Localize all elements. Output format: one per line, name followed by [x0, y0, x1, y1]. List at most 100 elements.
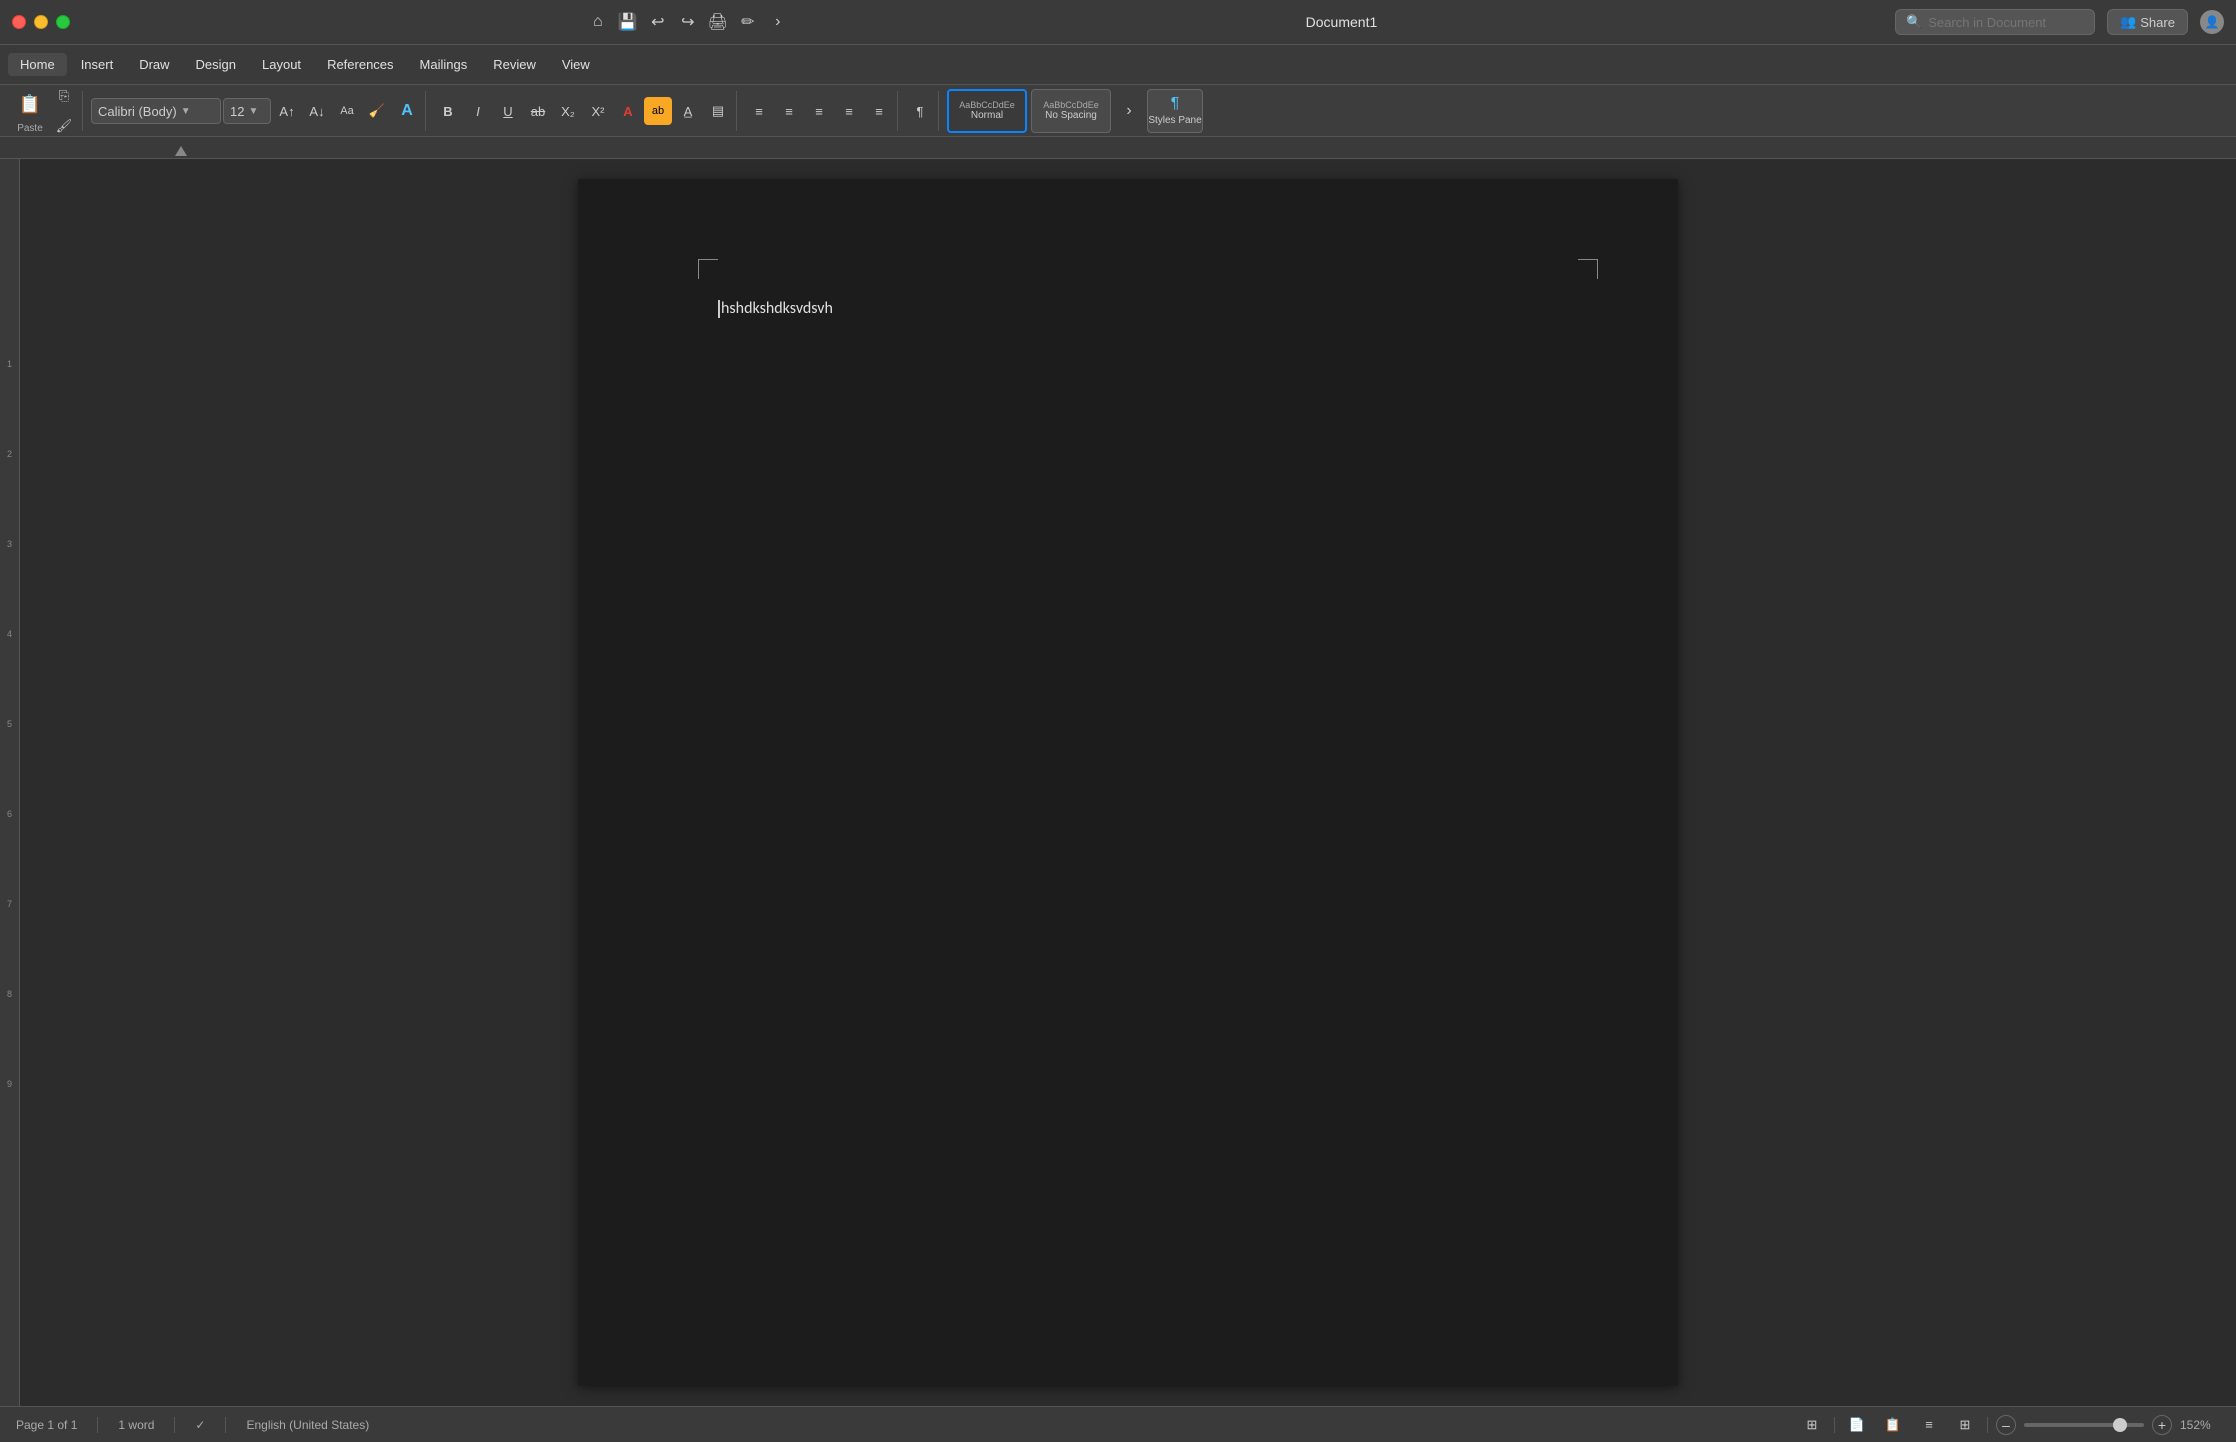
ruler-mark-3: 3 [0, 539, 20, 549]
left-ruler: 1 2 3 4 5 6 7 8 9 [0, 159, 20, 1406]
font-chevron-icon: ▼ [181, 106, 191, 117]
menu-bar: Home Insert Draw Design Layout Reference… [0, 45, 2236, 85]
paste-label: Paste [17, 123, 43, 134]
search-icon: 🔍 [1906, 14, 1922, 30]
styles-pane-label: Styles Pane [1148, 115, 1201, 127]
decrease-font-button[interactable]: A↓ [303, 97, 331, 125]
language-text: English (United States) [246, 1418, 369, 1432]
status-divider-2 [174, 1417, 175, 1433]
print-icon[interactable]: 🖨 [708, 12, 728, 32]
proofing-icon: ✓ [195, 1418, 205, 1432]
ruler [0, 137, 2236, 159]
menu-insert[interactable]: Insert [69, 53, 126, 76]
paste-group: 📋 Paste ⎘ 🖌 [8, 91, 83, 131]
underline-button[interactable]: U [494, 97, 522, 125]
share-button[interactable]: 👥 Share [2107, 9, 2188, 35]
strikethrough-button[interactable]: ab [524, 97, 552, 125]
zoom-out-button[interactable]: – [1996, 1415, 2016, 1435]
proofing-icon-area[interactable]: ✓ [195, 1418, 205, 1432]
increase-font-button[interactable]: A↑ [273, 97, 301, 125]
document-text: hshdkshdksvdsvh [721, 299, 833, 318]
italic-button[interactable]: I [464, 97, 492, 125]
toolbar: 📋 Paste ⎘ 🖌 Calibri (Body) ▼ 12 ▼ A↑ A↓ … [0, 85, 2236, 137]
align-right-button[interactable]: ≡ [805, 97, 833, 125]
ruler-mark-6: 6 [0, 809, 20, 819]
font-color-button[interactable]: A [614, 97, 642, 125]
styles-pane-button[interactable]: ¶ Styles Pane [1147, 89, 1203, 133]
font-family-select[interactable]: Calibri (Body) ▼ [91, 98, 221, 124]
view-mode-button-1[interactable]: 📄 [1843, 1411, 1871, 1439]
menu-review[interactable]: Review [481, 53, 548, 76]
paragraph-group: ≡ ≡ ≡ ≡ ≡ [741, 91, 898, 131]
word-count: 1 word [118, 1418, 154, 1432]
zoom-level: 152% [2180, 1418, 2220, 1432]
bold-button[interactable]: B [434, 97, 462, 125]
menu-mailings[interactable]: Mailings [408, 53, 480, 76]
styles-area: AaBbCcDdEe Normal AaBbCcDdEe No Spacing … [943, 85, 1207, 137]
menu-home[interactable]: Home [8, 53, 67, 76]
main-area: 1 2 3 4 5 6 7 8 9 hshdkshdksvdsvh [0, 159, 2236, 1406]
home-icon[interactable]: ⌂ [588, 12, 608, 32]
char-shading-button[interactable]: ▤ [704, 97, 732, 125]
maximize-button[interactable] [56, 15, 70, 29]
word-count-text: 1 word [118, 1418, 154, 1432]
undo-icon[interactable]: ↩ [648, 12, 668, 32]
status-divider-5 [1987, 1417, 1988, 1433]
align-left-button[interactable]: ≡ [745, 97, 773, 125]
ruler-mark-8: 8 [0, 989, 20, 999]
menu-design[interactable]: Design [184, 53, 248, 76]
menu-layout[interactable]: Layout [250, 53, 313, 76]
close-button[interactable] [12, 15, 26, 29]
view-mode-button-2[interactable]: 📋 [1879, 1411, 1907, 1439]
menu-draw[interactable]: Draw [127, 53, 181, 76]
ruler-mark-5: 5 [0, 719, 20, 729]
style-normal[interactable]: AaBbCcDdEe Normal [947, 89, 1027, 133]
format-painter-button[interactable]: 🖌 [50, 112, 78, 140]
text-border-button[interactable]: A̲ [674, 97, 702, 125]
document-page[interactable]: hshdkshdksvdsvh [578, 179, 1678, 1386]
text-effects-button[interactable]: A [393, 97, 421, 125]
distributed-button[interactable]: ≡ [865, 97, 893, 125]
title-bar: ⌂ 💾 ↩ ↪ 🖨 ✏ › Document1 🔍 👥 Share 👤 [0, 0, 2236, 45]
clear-format-button[interactable]: 🧹 [363, 97, 391, 125]
highlight-button[interactable]: ab [644, 97, 672, 125]
align-center-button[interactable]: ≡ [775, 97, 803, 125]
text-format-group: B I U ab X₂ X² A ab A̲ ▤ [430, 91, 737, 131]
language-info: English (United States) [246, 1418, 369, 1432]
menu-references[interactable]: References [315, 53, 405, 76]
styles-nav-prev[interactable]: › [1115, 97, 1143, 125]
customize-icon[interactable]: ✏ [738, 12, 758, 32]
justify-button[interactable]: ≡ [835, 97, 863, 125]
view-mode-button-3[interactable]: ≡ [1915, 1411, 1943, 1439]
change-case-button[interactable]: Aa [333, 97, 361, 125]
ruler-content [40, 137, 2236, 158]
search-box[interactable]: 🔍 [1895, 9, 2095, 35]
style-no-spacing[interactable]: AaBbCcDdEe No Spacing [1031, 89, 1111, 133]
redo-icon[interactable]: ↪ [678, 12, 698, 32]
document-content[interactable]: hshdkshdksvdsvh [578, 179, 1678, 398]
paste-button[interactable]: 📋 [12, 89, 48, 121]
status-divider-4 [1834, 1417, 1835, 1433]
zoom-in-button[interactable]: + [2152, 1415, 2172, 1435]
focus-button[interactable]: ⊞ [1798, 1411, 1826, 1439]
show-formatting-button[interactable]: ¶ [906, 97, 934, 125]
view-mode-button-4[interactable]: ⊞ [1951, 1411, 1979, 1439]
copy-button[interactable]: ⎘ [50, 82, 78, 110]
superscript-button[interactable]: X² [584, 97, 612, 125]
no-spacing-label: No Spacing [1045, 110, 1097, 122]
save-icon[interactable]: 💾 [618, 12, 638, 32]
search-input[interactable] [1928, 15, 2088, 30]
menu-view[interactable]: View [550, 53, 602, 76]
more-icon[interactable]: › [768, 12, 788, 32]
titlebar-icons: ⌂ 💾 ↩ ↪ 🖨 ✏ › [588, 12, 788, 32]
canvas-area: hshdkshdksvdsvh [20, 159, 2236, 1406]
show-hide-group: ¶ [902, 91, 939, 131]
share-icon: 👥 [2120, 14, 2136, 30]
minimize-button[interactable] [34, 15, 48, 29]
font-size-select[interactable]: 12 ▼ [223, 98, 271, 124]
ruler-mark-9: 9 [0, 1079, 20, 1089]
zoom-thumb[interactable] [2113, 1418, 2127, 1432]
user-avatar[interactable]: 👤 [2200, 10, 2224, 34]
zoom-slider[interactable] [2024, 1423, 2144, 1427]
subscript-button[interactable]: X₂ [554, 97, 582, 125]
